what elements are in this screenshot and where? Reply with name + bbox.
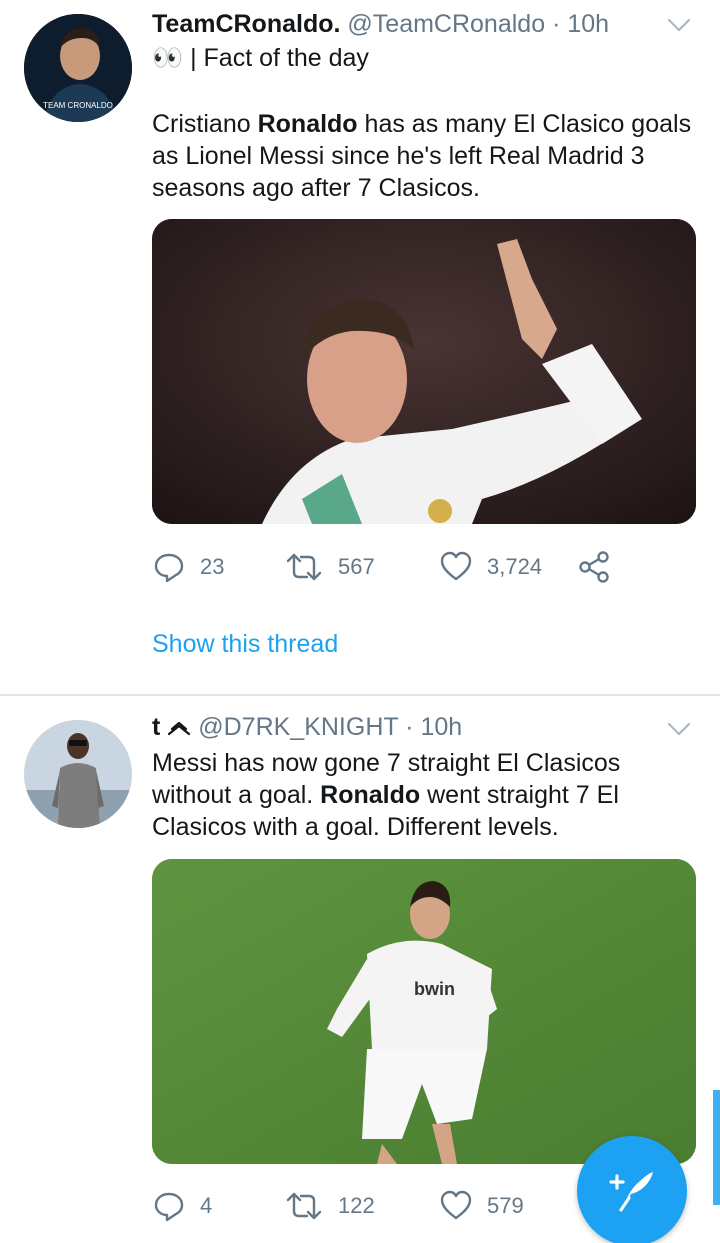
reply-count: 23 xyxy=(200,554,225,579)
share-icon xyxy=(577,550,611,584)
tweet-text-bold: Ronaldo xyxy=(257,110,358,138)
retweet-count: 122 xyxy=(338,1193,375,1218)
tweet[interactable]: TEAM CRONALDO TeamCRonaldo. @TeamCRonald… xyxy=(0,0,720,695)
reply-count: 4 xyxy=(200,1193,213,1218)
tweet-media-image[interactable] xyxy=(152,219,696,524)
tweet-text-paragraph: Cristiano Ronaldo has as many El Clasico… xyxy=(152,108,696,204)
tweet-text: Messi has now gone 7 straight El Clasico… xyxy=(152,747,696,843)
like-count: 3,724 xyxy=(487,554,543,579)
retweet-button[interactable]: 567 xyxy=(284,547,375,587)
retweet-icon xyxy=(284,1189,324,1223)
reply-icon xyxy=(152,1189,186,1223)
tweet-media-image[interactable]: bwin xyxy=(152,859,696,1164)
separator-dot: · xyxy=(552,10,561,38)
avatar[interactable]: TEAM CRONALDO xyxy=(24,14,132,122)
reply-icon xyxy=(152,550,186,584)
retweet-button[interactable]: 122 xyxy=(284,1186,375,1226)
tweet-actions: 23 567 3,724 xyxy=(152,547,632,587)
compose-icon xyxy=(605,1162,659,1221)
show-thread-link[interactable]: Show this thread xyxy=(152,630,338,659)
like-button[interactable]: 3,724 xyxy=(439,547,542,587)
avatar[interactable] xyxy=(24,720,132,828)
chevron-down-icon[interactable] xyxy=(666,716,692,742)
share-button[interactable] xyxy=(577,547,611,587)
tweet-text-bold: Ronaldo xyxy=(320,781,421,809)
tweet-header: TeamCRonaldo. @TeamCRonaldo · 10h xyxy=(152,9,660,39)
tweet-text: 👀 | Fact of the day Cristiano Ronaldo ha… xyxy=(152,42,696,204)
avatar-logo-text: TEAM CRONALDO xyxy=(43,101,113,110)
timestamp[interactable]: 10h xyxy=(420,713,462,741)
display-name[interactable]: TeamCRonaldo. xyxy=(152,10,340,38)
scrollbar[interactable] xyxy=(713,1090,720,1205)
heart-icon xyxy=(439,1189,473,1223)
user-handle[interactable]: @TeamCRonaldo xyxy=(347,10,545,38)
separator-dot: · xyxy=(405,713,414,741)
tweet-actions: 4 122 579 xyxy=(152,1186,632,1226)
tweet-header: t @D7RK_KNIGHT · 10h xyxy=(152,712,660,742)
timestamp[interactable]: 10h xyxy=(567,10,609,38)
retweet-count: 567 xyxy=(338,554,375,579)
chevrons-up-icon xyxy=(167,713,191,741)
heart-icon xyxy=(439,550,473,584)
user-handle[interactable]: @D7RK_KNIGHT xyxy=(198,713,398,741)
display-name[interactable]: t xyxy=(152,713,160,741)
tweet-text-line: 👀 | Fact of the day xyxy=(152,44,369,72)
chevron-down-icon[interactable] xyxy=(666,12,692,38)
retweet-icon xyxy=(284,550,324,584)
compose-tweet-button[interactable] xyxy=(577,1136,687,1243)
jersey-sponsor-text: bwin xyxy=(414,979,455,999)
like-count: 579 xyxy=(487,1193,524,1218)
like-button[interactable]: 579 xyxy=(439,1186,524,1226)
tweet-text-part: Cristiano xyxy=(152,110,258,138)
reply-button[interactable]: 23 xyxy=(152,547,224,587)
reply-button[interactable]: 4 xyxy=(152,1186,212,1226)
